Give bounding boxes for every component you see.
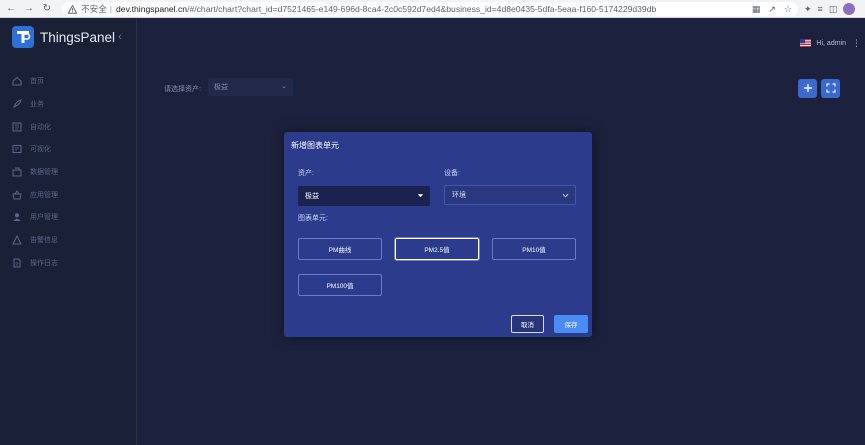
sidebar-item-label: 自动化 xyxy=(30,123,51,131)
log-icon xyxy=(11,257,22,268)
sidebar-item-label: 应用管理 xyxy=(30,191,58,199)
browser-menu-icon[interactable]: ⋮ xyxy=(861,4,865,15)
sidebar-item-business[interactable]: 业务 xyxy=(0,93,136,116)
forward-icon[interactable]: → xyxy=(22,2,36,16)
sidebar-item-label: 用户管理 xyxy=(30,214,58,222)
sidebar-item-label: 告警信息 xyxy=(30,237,58,245)
sidebar-item-automation[interactable]: 自动化 xyxy=(0,115,136,138)
sidebar-item-home[interactable]: 首页 xyxy=(0,70,136,93)
sidebar-menu: 首页 业务 自动化 可视化 数据管理 应用管理 用户管理 告警信息 操作日志 xyxy=(0,70,136,274)
sidebar-item-data-management[interactable]: 数据管理 xyxy=(0,161,136,184)
profile-avatar[interactable] xyxy=(843,3,856,15)
add-chart-unit-dialog: 新增图表单元 资产: 设备: 极益 环境 图表单元: PM曲线 PM2.5值 P… xyxy=(284,132,592,337)
address-separator: | xyxy=(109,4,113,14)
user-icon xyxy=(11,212,22,223)
unit-pm-curve-button[interactable]: PM曲线 xyxy=(298,238,382,260)
sidebar-item-label: 业务 xyxy=(30,101,44,109)
app-name: ThingsPanel xyxy=(40,29,116,45)
sidepanel-icon[interactable]: ◫ xyxy=(829,4,838,15)
device-select-value: 环境 xyxy=(452,192,466,199)
sidebar-item-label: 数据管理 xyxy=(30,169,58,177)
bookmark-star-icon[interactable]: ☆ xyxy=(784,4,792,15)
chart-units-label: 图表单元: xyxy=(298,215,328,222)
automation-icon xyxy=(11,121,22,132)
sidebar-item-visualization[interactable]: 可视化 xyxy=(0,138,136,161)
unit-pm10-button[interactable]: PM10值 xyxy=(492,238,576,260)
browser-toolbar: ← → ↻ 不安全 | dev.thingspanel.cn/#/chart/c… xyxy=(0,0,865,18)
url-host: dev.thingspanel.cn xyxy=(116,4,188,14)
sidebar-item-label: 操作日志 xyxy=(30,259,58,267)
sidebar-item-user-management[interactable]: 用户管理 xyxy=(0,206,136,229)
cancel-button[interactable]: 取消 xyxy=(511,315,544,333)
unit-pm25-button[interactable]: PM2.5值 xyxy=(395,238,479,260)
share-icon[interactable]: ↗ xyxy=(768,4,776,15)
caret-down-icon xyxy=(417,192,424,201)
asset-select-value: 极益 xyxy=(305,193,319,200)
unit-pm100-button[interactable]: PM100值 xyxy=(298,274,382,296)
sidebar-item-app-management[interactable]: 应用管理 xyxy=(0,183,136,206)
database-icon xyxy=(11,167,22,178)
extensions-icon[interactable]: ✦ xyxy=(804,4,812,15)
chart-icon xyxy=(11,144,22,155)
alert-icon xyxy=(11,235,22,246)
home-icon xyxy=(11,76,22,87)
logo-icon xyxy=(12,26,34,48)
asset-label: 资产: xyxy=(298,170,314,177)
device-select[interactable]: 环境 xyxy=(444,185,576,205)
sidebar: ThingsPanel ‹ 首页 业务 自动化 可视化 数据管理 应用管理 用户… xyxy=(0,18,137,445)
asset-select[interactable]: 极益 xyxy=(298,186,430,206)
sidebar-item-operation-log[interactable]: 操作日志 xyxy=(0,252,136,275)
reading-list-icon[interactable]: ≡ xyxy=(818,4,823,14)
dialog-title: 新增图表单元 xyxy=(291,141,339,150)
security-status: 不安全 xyxy=(81,4,107,14)
collapse-chevron-icon[interactable]: ‹ xyxy=(118,31,122,43)
address-bar[interactable]: 不安全 | dev.thingspanel.cn/#/chart/chart?c… xyxy=(62,2,798,16)
reload-icon[interactable]: ↻ xyxy=(40,2,54,16)
sidebar-item-alarms[interactable]: 告警信息 xyxy=(0,229,136,252)
sidebar-item-label: 首页 xyxy=(30,78,44,86)
back-icon[interactable]: ← xyxy=(4,2,18,16)
app-logo[interactable]: ThingsPanel ‹ xyxy=(12,26,122,48)
rocket-icon xyxy=(11,99,22,110)
device-label: 设备: xyxy=(444,170,460,177)
sidebar-item-label: 可视化 xyxy=(30,146,51,154)
save-button[interactable]: 保存 xyxy=(554,315,588,333)
warning-icon xyxy=(68,4,77,14)
chevron-down-icon xyxy=(562,192,569,201)
translate-icon[interactable]: ▦ xyxy=(752,4,761,15)
basket-icon xyxy=(11,189,22,200)
url-path: /#/chart/chart?chart_id=d7521465-e149-69… xyxy=(187,4,657,14)
